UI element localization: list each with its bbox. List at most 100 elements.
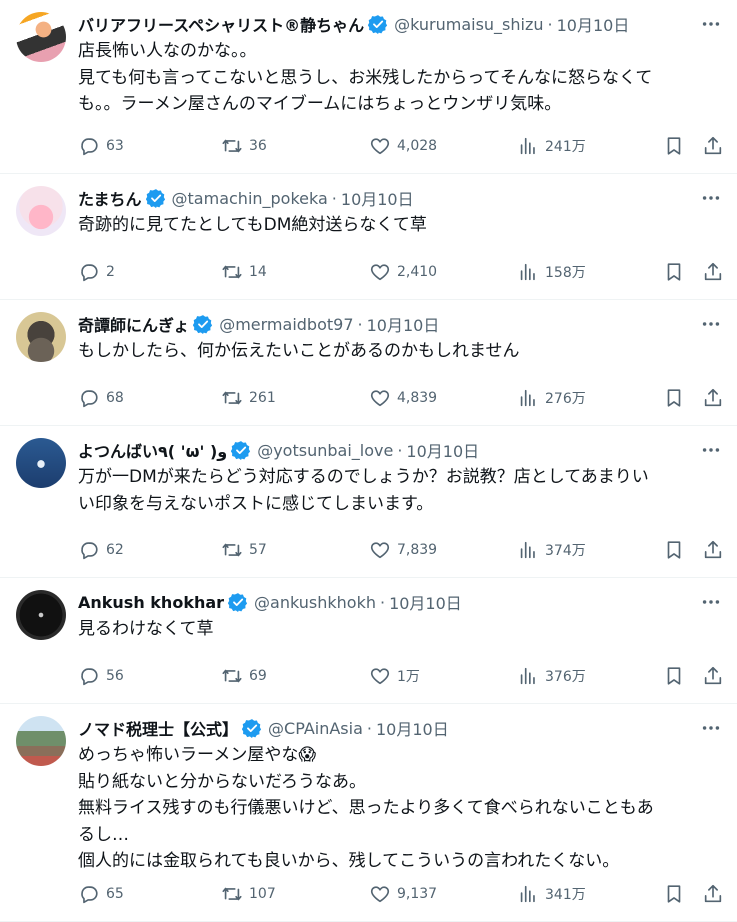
views-button[interactable]: 374万 — [517, 539, 586, 561]
tweet-header: Ankush khokhar @ankushkhokh · 10月10日 — [78, 591, 681, 613]
action-bar: 2 14 2,410 158万 — [78, 261, 722, 285]
repost-button[interactable]: 14 — [221, 261, 267, 283]
separator-dot: · — [366, 718, 372, 738]
reply-button[interactable]: 63 — [78, 135, 124, 157]
display-name[interactable]: バリアフリースペシャリスト®静ちゃん — [78, 13, 364, 35]
more-dots-icon — [702, 448, 720, 452]
bookmark-button[interactable] — [663, 539, 691, 561]
timestamp[interactable]: 10月10日 — [376, 717, 449, 739]
more-dots-icon — [702, 196, 720, 200]
share-button[interactable] — [702, 261, 730, 283]
display-name[interactable]: Ankush khokhar — [78, 593, 224, 612]
share-button[interactable] — [702, 665, 730, 687]
user-handle[interactable]: @mermaidbot97 — [219, 315, 353, 334]
reply-button[interactable]: 62 — [78, 539, 124, 561]
like-button[interactable]: 9,137 — [369, 883, 437, 905]
tweet-text: めっちゃ怖いラーメン屋やな😱 貼り紙ないと分からないだろうなあ。 無料ライス残すのも… — [78, 742, 719, 875]
timestamp[interactable]: 10月10日 — [341, 187, 414, 209]
reply-tweet[interactable]: バリアフリースペシャリスト®静ちゃん @kurumaisu_shizu · 10月10… — [0, 0, 737, 174]
avatar[interactable] — [16, 312, 66, 362]
repost-button[interactable]: 261 — [221, 387, 276, 409]
bookmark-button[interactable] — [663, 135, 691, 157]
reply-tweet[interactable]: よつんばい٩( 'ω' )و @yotsunbai_love · 10月10日 万が一D… — [0, 426, 737, 578]
display-name[interactable]: よつんばい٩( 'ω' )و — [78, 439, 227, 461]
reply-tweet[interactable]: Ankush khokhar @ankushkhokh · 10月10日 見るわけなくて… — [0, 578, 737, 704]
verified-badge-icon — [242, 718, 262, 738]
more-options-button[interactable] — [699, 187, 723, 209]
like-button[interactable]: 4,028 — [369, 135, 437, 157]
repost-button[interactable]: 69 — [221, 665, 267, 687]
reply-tweet[interactable]: ノマド税理士【公式】 @CPAinAsia · 10月10日めっちゃ怖いラーメン屋やな… — [0, 704, 737, 922]
views-button[interactable]: 341万 — [517, 883, 586, 905]
like-button[interactable]: 7,839 — [369, 539, 437, 561]
display-name[interactable]: 奇譚師にんぎょ — [78, 313, 189, 335]
display-name[interactable]: たまちん — [78, 187, 142, 209]
more-options-button[interactable] — [699, 439, 723, 461]
share-icon — [704, 666, 722, 685]
user-handle[interactable]: @yotsunbai_love — [257, 441, 393, 460]
tweet-text-line: 店長怖い人なのかな。。 — [78, 41, 257, 61]
like-button[interactable]: 2,410 — [369, 261, 437, 283]
like-count: 4,839 — [397, 390, 438, 406]
reply-tweet[interactable]: 奇譚師にんぎょ @mermaidbot97 · 10月10日 もしかしたら、何か伝えたい… — [0, 300, 737, 426]
share-icon — [704, 262, 722, 281]
repost-count: 261 — [249, 390, 276, 406]
view-count: 158万 — [545, 265, 586, 281]
timestamp[interactable]: 10月10日 — [406, 439, 479, 461]
views-button[interactable]: 276万 — [517, 387, 586, 409]
timestamp[interactable]: 10月10日 — [367, 313, 440, 335]
avatar[interactable] — [16, 590, 66, 640]
reply-icon — [81, 886, 98, 904]
more-options-button[interactable] — [699, 717, 723, 739]
views-button[interactable]: 158万 — [517, 261, 586, 283]
share-button[interactable] — [702, 883, 730, 905]
like-button[interactable]: 1万 — [369, 665, 420, 687]
repost-icon — [222, 887, 242, 901]
avatar[interactable] — [16, 186, 66, 236]
avatar[interactable] — [16, 12, 66, 62]
verified-badge-icon — [146, 188, 166, 208]
heart-icon — [370, 668, 390, 685]
timestamp[interactable]: 10月10日 — [389, 591, 462, 613]
separator-dot: · — [331, 188, 337, 208]
bookmark-button[interactable] — [663, 261, 691, 283]
like-button[interactable]: 4,839 — [369, 387, 437, 409]
reply-feed: バリアフリースペシャリスト®静ちゃん @kurumaisu_shizu · 10月10… — [0, 0, 737, 922]
views-button[interactable]: 376万 — [517, 665, 586, 687]
more-options-button[interactable] — [699, 13, 723, 35]
more-options-button[interactable] — [699, 591, 723, 613]
avatar[interactable] — [16, 716, 66, 766]
reply-button[interactable]: 2 — [78, 261, 115, 283]
bookmark-button[interactable] — [663, 665, 691, 687]
views-button[interactable]: 241万 — [517, 135, 586, 157]
share-button[interactable] — [702, 135, 730, 157]
reply-button[interactable]: 56 — [78, 665, 124, 687]
repost-icon — [222, 265, 242, 279]
bookmark-icon — [667, 667, 681, 685]
action-bar: 62 57 7,839 374万 — [78, 539, 722, 563]
reply-tweet[interactable]: たまちん @tamachin_pokeka · 10月10日 奇跡的に見てたとしてもDM… — [0, 174, 737, 300]
views-chart-icon — [520, 263, 535, 281]
display-name[interactable]: ノマド税理士【公式】 — [78, 717, 238, 739]
bookmark-button[interactable] — [663, 883, 691, 905]
verified-badge-icon — [368, 14, 388, 34]
share-button[interactable] — [702, 387, 730, 409]
repost-button[interactable]: 57 — [221, 539, 267, 561]
reply-count: 63 — [106, 138, 124, 154]
bookmark-button[interactable] — [663, 387, 691, 409]
user-handle[interactable]: @ankushkhokh — [254, 593, 376, 612]
more-options-button[interactable] — [699, 313, 723, 335]
more-dots-icon — [702, 600, 720, 604]
bookmark-icon — [667, 885, 681, 903]
reply-button[interactable]: 65 — [78, 883, 124, 905]
repost-button[interactable]: 107 — [221, 883, 276, 905]
user-handle[interactable]: @kurumaisu_shizu — [394, 15, 543, 34]
reply-button[interactable]: 68 — [78, 387, 124, 409]
tweet-text-line: 見ても何も言ってこないと思うし、お米残したからってそんなに怒らなくて — [78, 67, 653, 88]
share-button[interactable] — [702, 539, 730, 561]
user-handle[interactable]: @CPAinAsia — [268, 719, 363, 738]
timestamp[interactable]: 10月10日 — [557, 13, 630, 35]
user-handle[interactable]: @tamachin_pokeka — [172, 189, 328, 208]
avatar[interactable] — [16, 438, 66, 488]
repost-button[interactable]: 36 — [221, 135, 267, 157]
